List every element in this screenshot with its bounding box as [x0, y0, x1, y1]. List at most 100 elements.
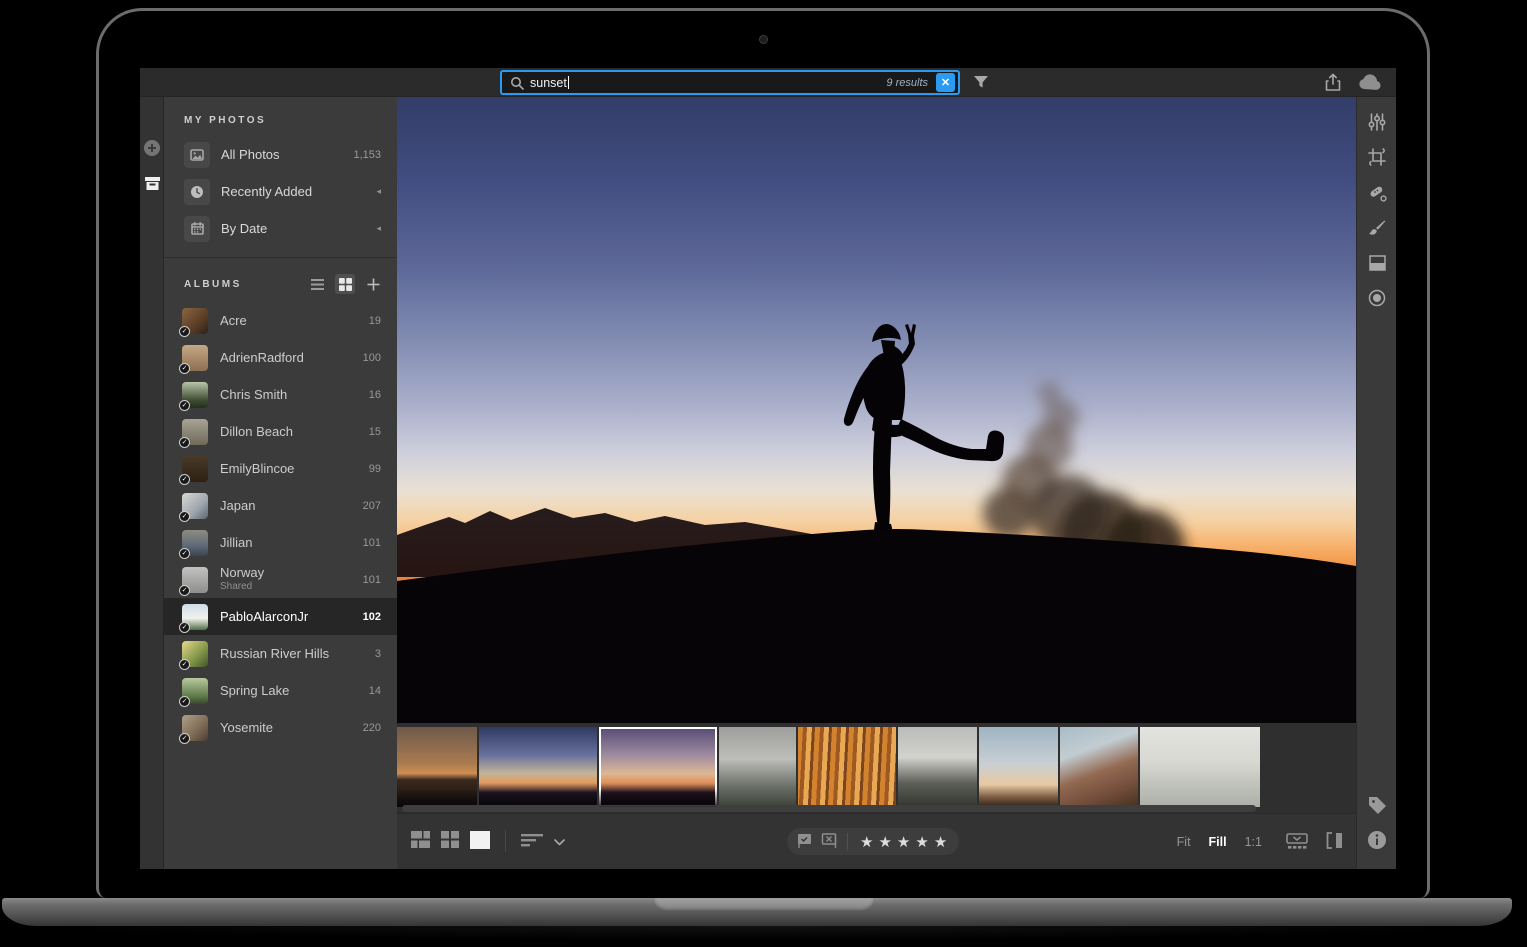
album-name: PabloAlarconJr	[220, 610, 308, 624]
album-list-view-icon[interactable]	[307, 274, 327, 294]
info-icon[interactable]	[1366, 829, 1388, 851]
filmstrip-thumbnail-8[interactable]	[1060, 727, 1138, 807]
search-icon	[510, 76, 524, 90]
mosaic-view-icon[interactable]	[411, 831, 430, 851]
zoom-1to1-option[interactable]: 1:1	[1245, 835, 1262, 849]
album-count: 102	[363, 611, 381, 623]
album-item-yosemite[interactable]: ✓ Yosemite 220	[164, 709, 397, 746]
brush-icon[interactable]	[1366, 217, 1388, 239]
album-thumbnail: ✓	[182, 456, 208, 482]
album-name: NorwayShared	[220, 566, 264, 594]
album-count: 99	[369, 463, 381, 475]
star-icon: ★	[915, 833, 929, 851]
split-view-icon[interactable]	[1326, 832, 1344, 852]
album-item-pabloalarconjr[interactable]: ✓ PabloAlarconJr 102	[164, 598, 397, 635]
collapse-triangle-icon[interactable]: ◂	[376, 186, 381, 197]
sidebar-item-recently-added[interactable]: Recently Added ◂	[164, 173, 397, 210]
left-rail	[140, 97, 164, 869]
album-item-acre[interactable]: ✓ Acre 19	[164, 302, 397, 339]
sidebar-item-by-date[interactable]: By Date ◂	[164, 210, 397, 247]
album-name: EmilyBlincoe	[220, 462, 294, 476]
sort-icon[interactable]	[521, 833, 543, 850]
clear-search-button[interactable]: ✕	[936, 73, 955, 92]
synced-check-icon: ✓	[179, 696, 190, 707]
all-photos-count: 1,153	[353, 149, 381, 161]
synced-check-icon: ✓	[179, 511, 190, 522]
flag-reject-icon[interactable]	[821, 833, 837, 851]
filmstrip-thumbnail-5[interactable]	[798, 727, 896, 807]
album-item-adrienradford[interactable]: ✓ AdrienRadford 100	[164, 339, 397, 376]
album-thumbnail: ✓	[182, 345, 208, 371]
search-input[interactable]: sunset 9 results ✕	[500, 70, 960, 95]
album-item-japan[interactable]: ✓ Japan 207	[164, 487, 397, 524]
photo-icon	[184, 142, 210, 168]
sidebar-item-all-photos[interactable]: All Photos 1,153	[164, 136, 397, 173]
album-name: Chris Smith	[220, 388, 287, 402]
album-thumbnail: ✓	[182, 419, 208, 445]
filmstrip-thumbnail-3-selected[interactable]	[599, 727, 717, 807]
synced-check-icon: ✓	[179, 363, 190, 374]
add-album-icon[interactable]	[363, 274, 383, 294]
collapse-triangle-icon[interactable]: ◂	[376, 223, 381, 234]
edit-rail	[1356, 97, 1396, 869]
cloud-sync-icon[interactable]	[1358, 73, 1382, 95]
album-count: 16	[369, 389, 381, 401]
chevron-down-icon[interactable]	[554, 834, 565, 849]
album-item-dillon-beach[interactable]: ✓ Dillon Beach 15	[164, 413, 397, 450]
grid-view-icon[interactable]	[441, 831, 459, 851]
my-photos-archive-icon[interactable]	[144, 176, 161, 194]
filmstrip-thumbnail-6[interactable]	[898, 727, 977, 807]
filmstrip-scrollbar[interactable]	[402, 805, 1256, 812]
zoom-fit-option[interactable]: Fit	[1177, 835, 1191, 849]
album-item-norway[interactable]: ✓ NorwayShared 101	[164, 561, 397, 598]
single-view-icon[interactable]	[470, 831, 490, 852]
keyword-tag-icon[interactable]	[1366, 794, 1388, 816]
zoom-fill-option[interactable]: Fill	[1209, 835, 1227, 849]
star-icon: ★	[897, 833, 911, 851]
filmstrip-thumbnail-9[interactable]	[1140, 727, 1260, 807]
album-item-chris-smith[interactable]: ✓ Chris Smith 16	[164, 376, 397, 413]
healing-brush-icon[interactable]	[1366, 182, 1388, 204]
synced-check-icon: ✓	[179, 437, 190, 448]
linear-gradient-icon[interactable]	[1366, 252, 1388, 274]
main-photo[interactable]	[397, 97, 1356, 723]
add-photos-icon[interactable]	[143, 139, 161, 160]
share-icon[interactable]	[1324, 73, 1342, 95]
album-grid-view-icon[interactable]	[335, 274, 355, 294]
album-name: Jillian	[220, 536, 253, 550]
album-count: 100	[363, 352, 381, 364]
clock-icon	[184, 179, 210, 205]
album-item-emilyblincoe[interactable]: ✓ EmilyBlincoe 99	[164, 450, 397, 487]
synced-check-icon: ✓	[179, 548, 190, 559]
album-thumbnail: ✓	[182, 604, 208, 630]
album-name: Spring Lake	[220, 684, 289, 698]
album-item-jillian[interactable]: ✓ Jillian 101	[164, 524, 397, 561]
album-count: 14	[369, 685, 381, 697]
all-photos-label: All Photos	[221, 147, 280, 162]
filter-funnel-icon[interactable]	[972, 73, 990, 94]
star-rating[interactable]: ★★★★★	[860, 833, 948, 851]
filmstrip-thumbnail-2[interactable]	[479, 727, 597, 807]
filmstrip-toggle-icon[interactable]	[1286, 833, 1308, 852]
album-shared-label: Shared	[220, 580, 264, 594]
album-count: 207	[363, 500, 381, 512]
filmstrip	[397, 723, 1356, 813]
crop-icon[interactable]	[1366, 146, 1388, 168]
album-count: 19	[369, 315, 381, 327]
recently-added-label: Recently Added	[221, 184, 312, 199]
album-item-spring-lake[interactable]: ✓ Spring Lake 14	[164, 672, 397, 709]
edit-sliders-icon[interactable]	[1366, 111, 1388, 133]
synced-check-icon: ✓	[179, 585, 190, 596]
album-count: 3	[375, 648, 381, 660]
bottom-toolbar: ★★★★★ Fit Fill 1:1	[397, 813, 1356, 869]
flag-pick-icon[interactable]	[797, 833, 813, 851]
filmstrip-thumbnail-1[interactable]	[397, 727, 477, 807]
album-item-russian-river-hills[interactable]: ✓ Russian River Hills 3	[164, 635, 397, 672]
laptop-shadow	[30, 926, 1490, 940]
filmstrip-thumbnail-4[interactable]	[719, 727, 796, 807]
filmstrip-thumbnail-7[interactable]	[979, 727, 1058, 807]
album-name: AdrienRadford	[220, 351, 304, 365]
album-count: 220	[363, 722, 381, 734]
album-count: 101	[363, 537, 381, 549]
radial-gradient-icon[interactable]	[1366, 287, 1388, 309]
